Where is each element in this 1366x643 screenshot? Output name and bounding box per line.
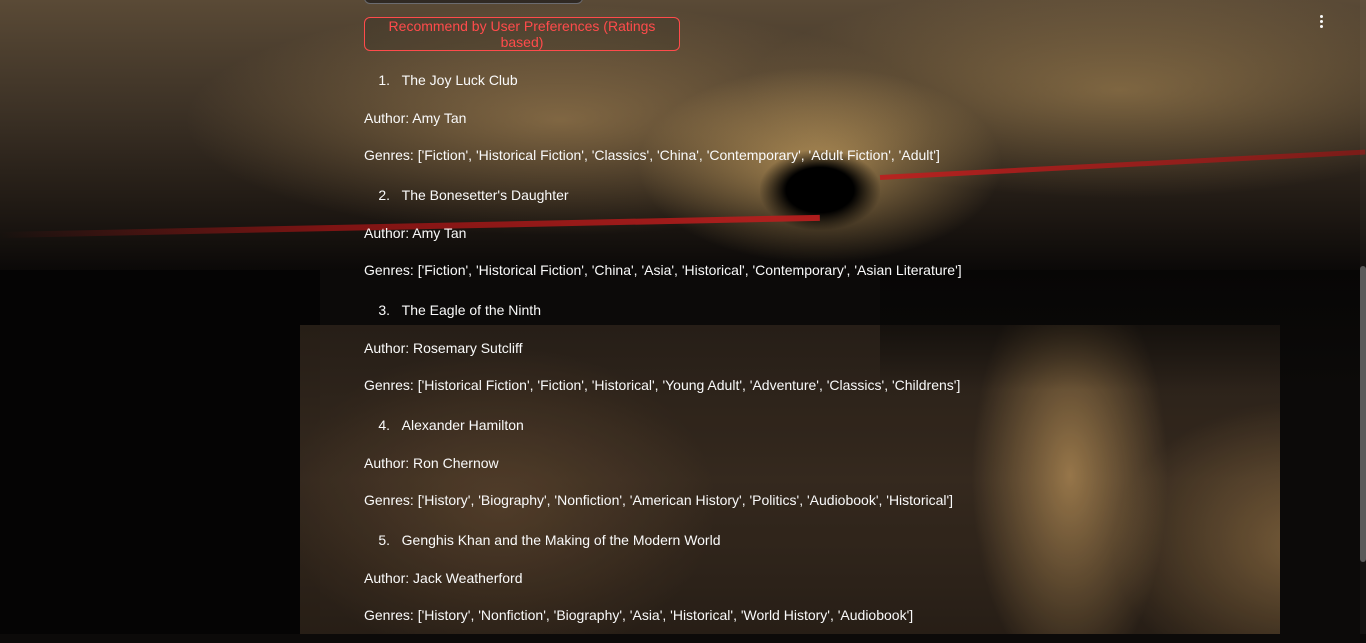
book-title: 3. The Eagle of the Ninth — [364, 302, 541, 318]
list-item: 1. The Joy Luck Club Author: Amy Tan Gen… — [364, 68, 1264, 183]
list-item: 3. The Eagle of the Ninth Author: Rosema… — [364, 298, 1264, 413]
scrollbar-thumb[interactable] — [1360, 266, 1366, 562]
list-number: 5. — [378, 532, 390, 548]
recommend-by-preferences-button[interactable]: Recommend by User Preferences (Ratings b… — [364, 17, 680, 51]
list-item: 2. The Bonesetter's Daughter Author: Amy… — [364, 183, 1264, 298]
book-genres: Genres: ['History', 'Biography', 'Nonfic… — [364, 492, 954, 508]
book-genres: Genres: ['Fiction', 'Historical Fiction'… — [364, 262, 962, 278]
book-title: 2. The Bonesetter's Daughter — [364, 187, 569, 203]
main-content: Recommend by User Preferences (Ratings b… — [0, 0, 1366, 634]
list-item: 5. Genghis Khan and the Making of the Mo… — [364, 528, 1264, 643]
book-author: Author: Amy Tan — [364, 225, 467, 241]
book-author: Author: Rosemary Sutcliff — [364, 340, 523, 356]
recommendation-list: 1. The Joy Luck Club Author: Amy Tan Gen… — [364, 68, 1264, 643]
input-field-partial[interactable] — [364, 0, 583, 4]
page-scrollbar[interactable] — [1360, 0, 1366, 634]
list-number: 3. — [378, 302, 390, 318]
book-title-text: Alexander Hamilton — [401, 417, 524, 433]
book-title: 5. Genghis Khan and the Making of the Mo… — [364, 532, 721, 548]
vertical-dots-icon[interactable] — [1310, 10, 1332, 32]
book-title-text: Genghis Khan and the Making of the Moder… — [401, 532, 721, 548]
list-item: 4. Alexander Hamilton Author: Ron Cherno… — [364, 413, 1264, 528]
book-genres: Genres: ['Historical Fiction', 'Fiction'… — [364, 377, 961, 393]
book-title: 1. The Joy Luck Club — [364, 72, 518, 88]
book-title-text: The Bonesetter's Daughter — [401, 187, 569, 203]
book-author: Author: Amy Tan — [364, 110, 467, 126]
book-title-text: The Eagle of the Ninth — [401, 302, 541, 318]
list-number: 1. — [378, 72, 390, 88]
list-number: 2. — [378, 187, 390, 203]
book-genres: Genres: ['History', 'Nonfiction', 'Biogr… — [364, 607, 914, 623]
list-number: 4. — [378, 417, 390, 433]
book-title-text: The Joy Luck Club — [401, 72, 518, 88]
book-genres: Genres: ['Fiction', 'Historical Fiction'… — [364, 147, 940, 163]
book-title: 4. Alexander Hamilton — [364, 417, 524, 433]
book-author: Author: Ron Chernow — [364, 455, 499, 471]
book-author: Author: Jack Weatherford — [364, 570, 523, 586]
